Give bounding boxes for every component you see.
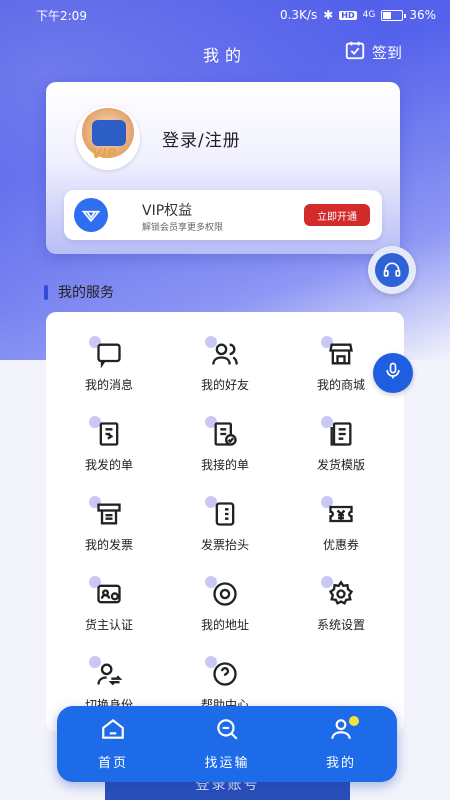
service-item-messages[interactable]: 我的消息 (59, 336, 159, 400)
open-vip-button[interactable]: 立即开通 (304, 204, 370, 226)
switch-identity-icon (89, 656, 123, 688)
section-accent-bar (44, 284, 48, 300)
service-label: 发票抬头 (200, 538, 249, 552)
service-item-settings[interactable]: 系统设置 (291, 576, 391, 640)
customer-service-button[interactable] (368, 246, 416, 294)
vip-subtitle: 解锁会员享更多权限 (142, 223, 224, 233)
services-section-title: 我的服务 (44, 282, 114, 302)
headset-icon (375, 253, 409, 287)
avatar-face (92, 120, 126, 146)
notification-dot (349, 716, 359, 726)
service-label: 我接的单 (200, 458, 249, 472)
voice-input-button[interactable] (373, 353, 413, 393)
sent-order-icon (89, 416, 123, 448)
microphone-icon (383, 361, 403, 385)
service-label: 优惠券 (322, 538, 359, 552)
service-label: 我的好友 (200, 378, 249, 392)
battery-icon (381, 9, 407, 21)
certification-icon (89, 576, 123, 608)
checkin-button[interactable]: 签到 (344, 39, 402, 65)
service-label: 货主认证 (84, 618, 133, 632)
settings-icon (321, 576, 355, 608)
tab-find-transport[interactable]: 找运输 (177, 716, 277, 774)
profile-card: VIP 登录/注册 VIP权益 解锁会员享更多权限 立即开通 (46, 82, 400, 254)
service-item-sent-orders[interactable]: 我发的单 (59, 416, 159, 480)
service-item-invoice-header[interactable]: 发票抬头 (175, 496, 275, 560)
checkin-label: 签到 (371, 43, 402, 62)
template-icon (321, 416, 355, 448)
help-icon (205, 656, 239, 688)
location-icon (205, 576, 239, 608)
tab-profile[interactable]: 我的 (291, 716, 391, 774)
vip-diamond-icon (74, 198, 108, 232)
services-grid: 我的消息 我的好友 我的商城 我发的单 我接的单 发货模版 我的发票 发票抬头 … (46, 312, 404, 732)
avatar[interactable]: VIP (76, 106, 140, 170)
tab-label: 首页 (97, 756, 128, 771)
store-icon (321, 336, 355, 368)
service-label: 我的发票 (84, 538, 133, 552)
service-label: 我发的单 (84, 458, 133, 472)
service-item-invoices[interactable]: 我的发票 (59, 496, 159, 560)
tab-label: 我的 (325, 756, 356, 771)
title-bar: 我的 签到 (0, 36, 450, 68)
status-time: 下午2:09 (36, 8, 87, 23)
bluetooth-icon: ✱ (323, 8, 334, 22)
status-bar: 下午2:09 0.3K/s ✱ HD 4G 36% (0, 0, 450, 30)
signal-icon: 4G (362, 10, 376, 20)
vip-benefits-bar[interactable]: VIP权益 解锁会员享更多权限 立即开通 (64, 190, 382, 240)
avatar-vip-badge: VIP (92, 147, 117, 162)
login-register-link[interactable]: 登录/注册 (162, 126, 241, 151)
service-item-shipping-template[interactable]: 发货模版 (291, 416, 391, 480)
service-label: 我的地址 (200, 618, 249, 632)
vip-title: VIP权益 (142, 203, 193, 219)
calendar-check-icon (344, 39, 366, 65)
received-order-icon (205, 416, 239, 448)
message-icon (89, 336, 123, 369)
service-item-friends[interactable]: 我的好友 (175, 336, 275, 400)
invoice-icon (89, 496, 123, 528)
tab-home[interactable]: 首页 (63, 716, 163, 774)
status-right: 0.3K/s ✱ HD 4G 36% (280, 8, 436, 22)
network-speed: 0.3K/s (279, 8, 318, 22)
coupon-icon (321, 496, 355, 528)
service-item-coupons[interactable]: 优惠券 (291, 496, 391, 560)
service-item-received-orders[interactable]: 我接的单 (175, 416, 275, 480)
services-title: 我的服务 (58, 285, 114, 301)
friends-icon (205, 336, 239, 368)
service-label: 我的消息 (84, 378, 133, 392)
tab-label: 找运输 (204, 756, 250, 771)
service-label: 我的商城 (316, 378, 365, 392)
service-item-shipper-certification[interactable]: 货主认证 (59, 576, 159, 640)
invoice-header-icon (205, 496, 239, 528)
hd-badge: HD (339, 10, 357, 20)
bottom-tab-bar: 首页 找运输 我的 (57, 706, 397, 782)
home-icon (100, 716, 126, 746)
service-label: 发货模版 (316, 458, 365, 472)
service-item-addresses[interactable]: 我的地址 (175, 576, 275, 640)
service-label: 系统设置 (316, 618, 365, 632)
battery-level: 36% (409, 8, 436, 22)
search-transport-icon (214, 716, 240, 746)
